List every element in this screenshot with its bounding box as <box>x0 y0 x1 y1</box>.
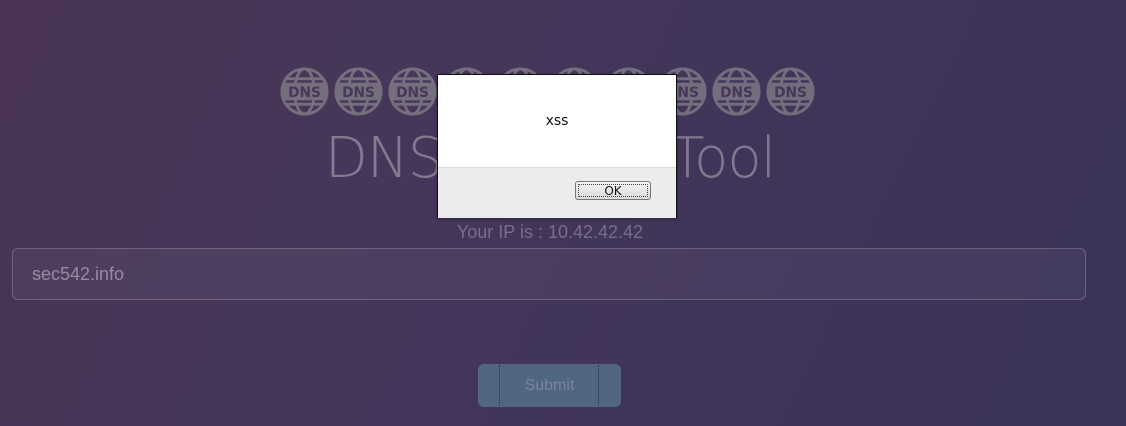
domain-input[interactable] <box>12 248 1086 300</box>
alert-dialog: xss OK <box>437 74 677 218</box>
dns-globe-icon: DNS <box>711 66 762 117</box>
alert-message: xss <box>545 113 569 129</box>
dns-globe-icon: DNS <box>765 66 816 117</box>
dns-globe-icon: DNS <box>279 66 330 117</box>
client-ip-text: Your IP is : 10.42.42.42 <box>456 222 644 242</box>
alert-body: xss <box>438 75 676 167</box>
submit-button[interactable]: Submit <box>478 364 621 407</box>
dns-logo-text: DNS <box>720 85 753 101</box>
dns-logo-text: DNS <box>288 85 321 101</box>
dns-globe-icon: DNS <box>333 66 384 117</box>
alert-footer: OK <box>438 167 676 218</box>
dns-globe-icon: DNS <box>387 66 438 117</box>
dns-logo-text: DNS <box>342 85 375 101</box>
dns-logo-text: DNS <box>774 85 807 101</box>
dns-logo-text: DNS <box>396 85 429 101</box>
alert-ok-button[interactable]: OK <box>575 181 651 200</box>
